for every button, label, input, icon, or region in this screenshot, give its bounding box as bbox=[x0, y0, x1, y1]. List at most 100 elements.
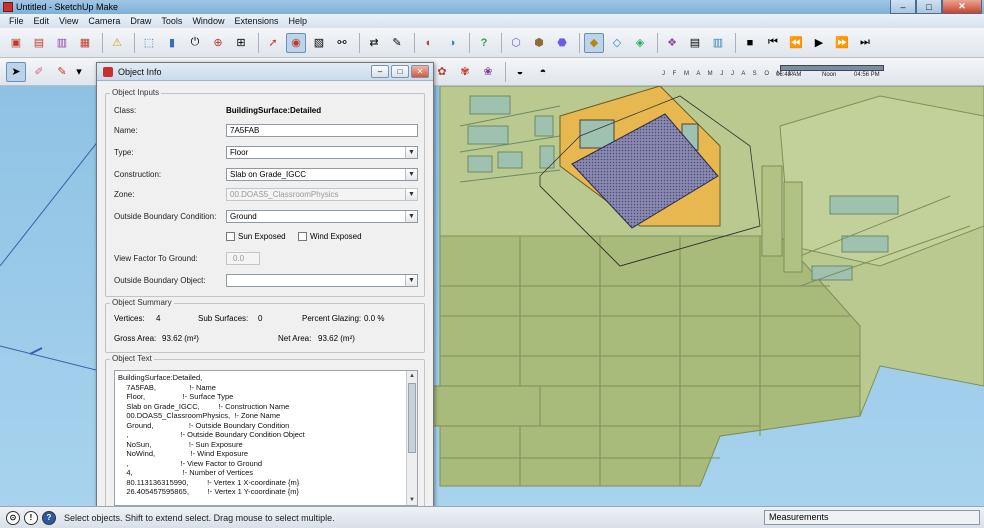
name-label: Name: bbox=[114, 126, 138, 135]
plug-icon[interactable]: ⏻ bbox=[185, 33, 205, 53]
shadow-time-slider[interactable] bbox=[780, 65, 884, 71]
menu-camera[interactable]: Camera bbox=[83, 16, 125, 26]
menu-help[interactable]: Help bbox=[283, 16, 312, 26]
shadow-settings-widget[interactable]: J F M A M J J A S O N D 06:48 AM Noon 04… bbox=[662, 63, 884, 83]
construction-select[interactable]: Slab on Grade_IGCC ▼ bbox=[226, 168, 418, 181]
menu-edit[interactable]: Edit bbox=[29, 16, 55, 26]
outside-boundary-condition-select[interactable]: Ground ▼ bbox=[226, 210, 418, 223]
geolocation-icon[interactable]: ⊙ bbox=[6, 510, 20, 525]
chevron-down-icon[interactable]: ▼ bbox=[405, 275, 417, 286]
fog-icon[interactable]: ◓ bbox=[533, 62, 553, 82]
scroll-up-icon[interactable]: ▲ bbox=[407, 371, 417, 381]
menu-extensions[interactable]: Extensions bbox=[229, 16, 283, 26]
panel-minimize-button[interactable]: – bbox=[371, 65, 389, 78]
new-surface-icon[interactable]: ▮ bbox=[162, 33, 182, 53]
play-icon[interactable]: ▶ bbox=[809, 33, 829, 53]
shadow-time-mid: Noon bbox=[822, 72, 837, 78]
measurements-box[interactable]: Measurements bbox=[764, 510, 980, 525]
render-by-class-icon[interactable]: ◆ bbox=[584, 32, 604, 53]
maximize-button[interactable]: □ bbox=[916, 0, 942, 14]
menu-view[interactable]: View bbox=[54, 16, 83, 26]
minimize-button[interactable]: – bbox=[890, 0, 916, 14]
object-summary-group: Object Summary Vertices: 4 Sub Surfaces:… bbox=[105, 298, 425, 353]
toolbar-separator bbox=[579, 32, 580, 53]
select-tool-icon[interactable]: ➤ bbox=[6, 61, 26, 82]
view-factor-label: View Factor To Ground: bbox=[114, 254, 198, 263]
zone-row: Zone: 00.DOAS5_ClassroomPhysics ▼ bbox=[106, 188, 426, 202]
name-field[interactable]: 7A5FAB bbox=[226, 124, 418, 137]
object-info-titlebar[interactable]: Object Info – □ ✕ bbox=[97, 63, 433, 81]
render-icon[interactable]: ▧ bbox=[309, 33, 329, 53]
component-icon[interactable]: ❖ bbox=[662, 33, 682, 53]
first-frame-icon[interactable]: ⏮ bbox=[763, 33, 783, 53]
sun-exposed-box[interactable] bbox=[226, 232, 235, 241]
close-button[interactable]: ✕ bbox=[942, 0, 982, 14]
warning-icon[interactable]: ⚠ bbox=[107, 33, 127, 53]
construction-row: Construction: Slab on Grade_IGCC ▼ bbox=[106, 168, 426, 182]
help-icon[interactable]: ? bbox=[474, 33, 494, 53]
sun-exposed-checkbox[interactable]: Sun Exposed bbox=[226, 232, 286, 241]
menu-file[interactable]: File bbox=[4, 16, 29, 26]
menu-draw[interactable]: Draw bbox=[125, 16, 156, 26]
outside-boundary-object-select[interactable]: ▼ bbox=[226, 274, 418, 287]
type-select[interactable]: Floor ▼ bbox=[226, 146, 418, 159]
render-by-construction-icon[interactable]: ◇ bbox=[607, 33, 627, 53]
panel-maximize-button[interactable]: □ bbox=[391, 65, 409, 78]
render-by-zone-icon[interactable]: ◈ bbox=[630, 33, 650, 53]
object-text-area[interactable]: BuildingSurface:Detailed, 7A5FAB, !- Nam… bbox=[114, 370, 418, 506]
class-value: BuildingSurface:Detailed bbox=[226, 106, 322, 115]
save-model-icon[interactable]: ▥ bbox=[52, 33, 72, 53]
styles-icon[interactable]: ❀ bbox=[478, 62, 498, 82]
obo-row: Outside Boundary Object: ▼ bbox=[106, 274, 426, 288]
target-icon[interactable]: ⊕ bbox=[208, 33, 228, 53]
wind-exposed-box[interactable] bbox=[298, 232, 307, 241]
front-view-icon[interactable]: ⬣ bbox=[552, 33, 572, 53]
wind-exposed-checkbox[interactable]: Wind Exposed bbox=[298, 232, 362, 241]
run-simulation-icon[interactable]: ◐ bbox=[419, 33, 439, 53]
last-frame-icon[interactable]: ⏭ bbox=[855, 33, 875, 53]
percent-glazing-label: Percent Glazing: bbox=[302, 314, 362, 323]
panel-close-button[interactable]: ✕ bbox=[411, 65, 429, 78]
top-view-icon[interactable]: ⬢ bbox=[529, 33, 549, 53]
chevron-down-icon[interactable]: ▼ bbox=[405, 211, 417, 222]
object-info-icon[interactable]: ◉ bbox=[286, 32, 306, 53]
object-text-scrollbar[interactable]: ▲ ▼ bbox=[406, 371, 417, 505]
chevron-down-icon[interactable]: ▼ bbox=[405, 147, 417, 158]
object-text-legend: Object Text bbox=[110, 354, 154, 363]
scroll-down-icon[interactable]: ▼ bbox=[407, 495, 417, 505]
toolbar-separator bbox=[469, 32, 470, 53]
rewind-icon[interactable]: ⏪ bbox=[786, 33, 806, 53]
fast-forward-icon[interactable]: ⏩ bbox=[832, 33, 852, 53]
grid-icon[interactable]: ⊞ bbox=[231, 33, 251, 53]
pointer-info-icon[interactable]: ➚ bbox=[263, 33, 283, 53]
swap-icon[interactable]: ⇄ bbox=[364, 33, 384, 53]
paint-icon[interactable]: ✿ bbox=[432, 62, 452, 82]
instructor-help-icon[interactable]: ? bbox=[42, 510, 56, 525]
scroll-thumb[interactable] bbox=[408, 383, 416, 453]
open-model-icon[interactable]: ▤ bbox=[29, 33, 49, 53]
pencil-tool-icon[interactable]: ✎ bbox=[52, 62, 72, 82]
chart-icon[interactable]: ▥ bbox=[708, 33, 728, 53]
materials-icon[interactable]: ✾ bbox=[455, 62, 475, 82]
net-area-label: Net Area: bbox=[278, 334, 312, 343]
camera-icon[interactable]: ■ bbox=[740, 33, 760, 53]
chevron-down-icon[interactable]: ▼ bbox=[405, 169, 417, 180]
menu-tools[interactable]: Tools bbox=[156, 16, 187, 26]
status-hint: Select objects. Shift to extend select. … bbox=[64, 512, 335, 523]
menu-window[interactable]: Window bbox=[187, 16, 229, 26]
binoculars-icon[interactable]: ⚯ bbox=[332, 33, 352, 53]
wrench-icon[interactable]: ✎ bbox=[387, 33, 407, 53]
save-as-icon[interactable]: ▦ bbox=[75, 33, 95, 53]
layers-icon[interactable]: ▤ bbox=[685, 33, 705, 53]
credits-icon[interactable]: ! bbox=[24, 510, 38, 525]
shadows-icon[interactable]: ◒ bbox=[510, 62, 530, 82]
construction-select-value: Slab on Grade_IGCC bbox=[230, 170, 307, 179]
type-row: Type: Floor ▼ bbox=[106, 146, 426, 160]
new-model-icon[interactable]: ▣ bbox=[6, 33, 26, 53]
eraser-tool-icon[interactable]: ✐ bbox=[29, 62, 49, 82]
zone-label: Zone: bbox=[114, 190, 135, 199]
iso-view-icon[interactable]: ⬡ bbox=[506, 33, 526, 53]
new-space-icon[interactable]: ⬚ bbox=[139, 33, 159, 53]
dropdown-arrow-icon[interactable]: ▾ bbox=[75, 62, 83, 82]
results-icon[interactable]: ◑ bbox=[442, 33, 462, 53]
